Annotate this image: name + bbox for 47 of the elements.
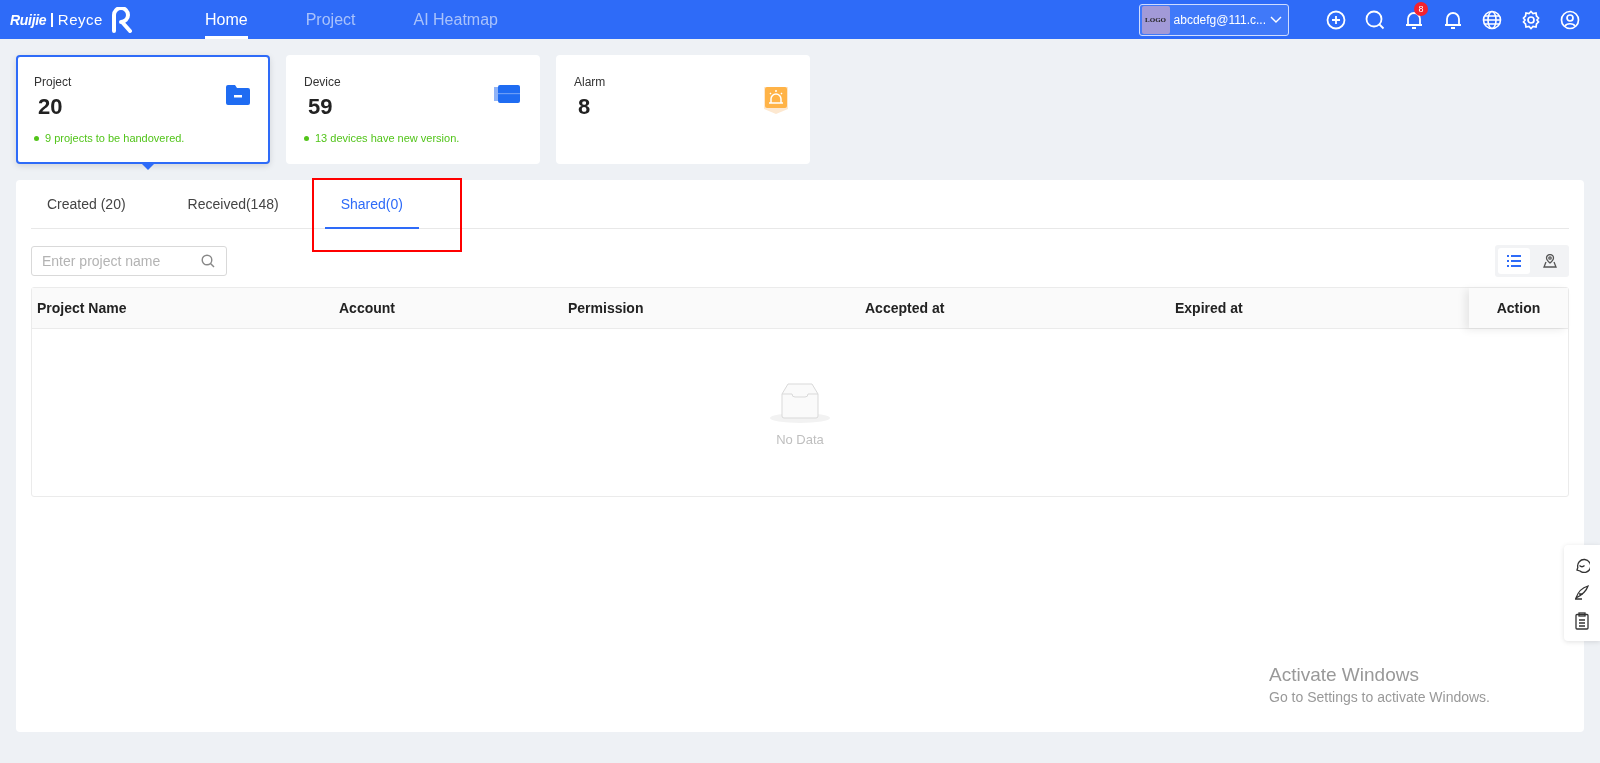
- globe-icon[interactable]: [1482, 9, 1502, 30]
- column-header: Account: [338, 299, 396, 318]
- column-header: Action: [1469, 288, 1568, 328]
- search-field[interactable]: Enter project name: [31, 246, 227, 276]
- pen-icon[interactable]: [1574, 584, 1590, 600]
- user-icon[interactable]: [1560, 9, 1580, 30]
- tab[interactable]: Created (20): [47, 180, 126, 229]
- account-name: abcdefg@111.c...: [1173, 12, 1266, 27]
- add-icon[interactable]: [1326, 9, 1346, 30]
- chevron-down-icon: [1270, 15, 1282, 24]
- activation-notice-text: Go to Settings to activate Windows.: [1269, 689, 1490, 705]
- tab[interactable]: Shared(0): [324, 180, 419, 229]
- card-note: 9 projects to be handovered.: [34, 132, 185, 144]
- search-icon[interactable]: [1365, 9, 1385, 30]
- card-value: 8: [578, 94, 592, 120]
- card-label: Alarm: [574, 75, 606, 89]
- card-note: 13 devices have new version.: [304, 132, 460, 144]
- settings-icon[interactable]: [1521, 9, 1541, 30]
- column-header: Permission: [567, 299, 645, 318]
- empty-message: No Data: [776, 432, 824, 447]
- bell-icon[interactable]: [1443, 9, 1463, 30]
- notification-badge: 8: [1414, 1, 1428, 16]
- tab[interactable]: Received(148): [187, 180, 279, 229]
- device-icon: [494, 85, 520, 103]
- chat-icon[interactable]: [1574, 556, 1590, 573]
- stat-card[interactable]: Device 59 13 devices have new version.: [286, 55, 540, 164]
- column-header: Project Name: [36, 299, 128, 318]
- list-icon: [1507, 255, 1521, 267]
- card-label: Device: [304, 75, 342, 89]
- empty-box-icon: [768, 382, 832, 424]
- map-pin-icon: [1543, 254, 1557, 268]
- stat-card[interactable]: Alarm 8: [556, 55, 810, 164]
- folder-icon: [226, 85, 250, 105]
- activation-notice-title: Activate Windows: [1269, 664, 1420, 686]
- brand-logo: Ruijie: [10, 11, 47, 28]
- list-view-button[interactable]: [1498, 248, 1530, 274]
- nav-tab[interactable]: Home: [205, 0, 248, 39]
- column-header: Expired at: [1174, 299, 1244, 318]
- selection-pointer: [141, 163, 155, 170]
- product-logo: Reyce: [57, 11, 103, 28]
- column-header: Accepted at: [864, 299, 946, 318]
- card-value: 20: [38, 94, 64, 120]
- clipboard-icon[interactable]: [1574, 611, 1590, 630]
- card-value: 59: [308, 94, 334, 120]
- search-icon: [201, 254, 215, 268]
- card-label: Project: [34, 75, 73, 89]
- alarm-icon: [762, 85, 790, 115]
